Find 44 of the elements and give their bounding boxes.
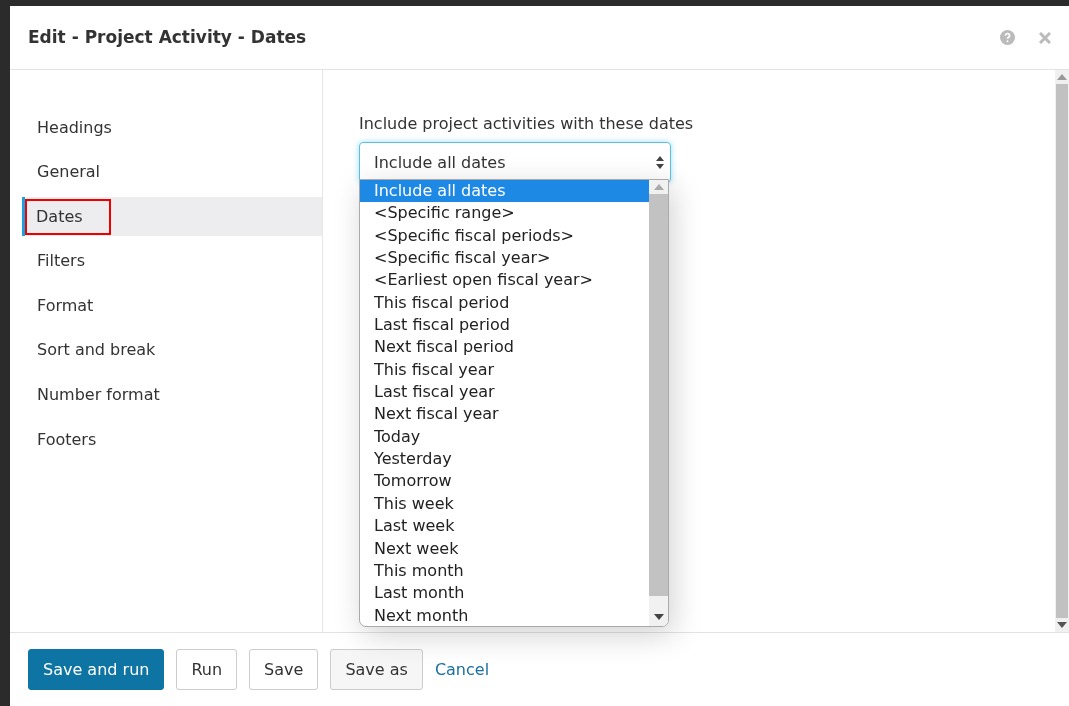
dropdown-option[interactable]: This week [360, 492, 649, 516]
dropdown-option[interactable]: Next week [360, 537, 649, 560]
dropdown-option[interactable]: <Earliest open fiscal year> [360, 269, 649, 292]
sidebar-item[interactable]: General [10, 152, 322, 192]
sort-caret-icon [656, 156, 664, 169]
scrollbar[interactable] [1055, 70, 1069, 632]
dropdown-option[interactable]: Last month [360, 582, 649, 605]
field-label: Include project activities with these dates [359, 113, 695, 135]
scroll-down-icon[interactable] [654, 614, 664, 620]
dialog-title: Edit - Project Activity - Dates [28, 25, 307, 49]
dropdown-option[interactable]: Next month [360, 604, 649, 626]
help-icon[interactable] [1000, 30, 1015, 45]
close-icon[interactable] [1039, 31, 1051, 44]
scroll-down-icon[interactable] [1057, 622, 1067, 628]
dropdown-option[interactable]: Yesterday [360, 448, 649, 471]
dropdown-option[interactable]: Last week [360, 515, 649, 538]
dropdown-option[interactable]: Next fiscal year [360, 403, 649, 426]
sidebar-item[interactable]: Number format [10, 375, 322, 415]
dropdown-option[interactable]: Last fiscal period [360, 314, 649, 337]
cancel-link[interactable]: Cancel [434, 649, 490, 690]
footer-button[interactable]: Save [249, 649, 319, 690]
sidebar-item[interactable]: Format [10, 286, 322, 326]
sidebar-item[interactable]: Headings [10, 108, 322, 147]
scroll-up-icon[interactable] [1057, 74, 1067, 80]
footer-button[interactable]: Save as [330, 649, 423, 690]
sidebar-item[interactable]: Dates [22, 197, 322, 237]
dropdown-option[interactable]: <Specific range> [360, 202, 649, 225]
sidebar-item[interactable]: Sort and break [10, 330, 322, 370]
scroll-up-icon[interactable] [653, 184, 664, 190]
footer-button[interactable]: Run [176, 649, 238, 690]
sidebar-item[interactable]: Footers [10, 420, 322, 460]
dropdown-option[interactable]: This fiscal year [360, 358, 649, 382]
dropdown-option[interactable]: This fiscal period [360, 291, 649, 315]
dropdown-option[interactable]: <Specific fiscal year> [360, 247, 649, 270]
footer-button[interactable]: Save and run [28, 649, 165, 690]
sidebar-item[interactable]: Filters [10, 241, 322, 281]
dropdown-option[interactable]: <Specific fiscal periods> [360, 224, 649, 248]
dropdown-option[interactable]: This month [360, 559, 649, 583]
dropdown-option[interactable]: Tomorrow [360, 470, 649, 493]
scrollbar[interactable] [649, 180, 668, 626]
dropdown-option[interactable]: Include all dates [360, 180, 649, 203]
dropdown-option[interactable]: Next fiscal period [360, 336, 649, 359]
dropdown-option[interactable]: Today [360, 425, 649, 449]
dropdown-option[interactable]: Last fiscal year [360, 381, 649, 404]
